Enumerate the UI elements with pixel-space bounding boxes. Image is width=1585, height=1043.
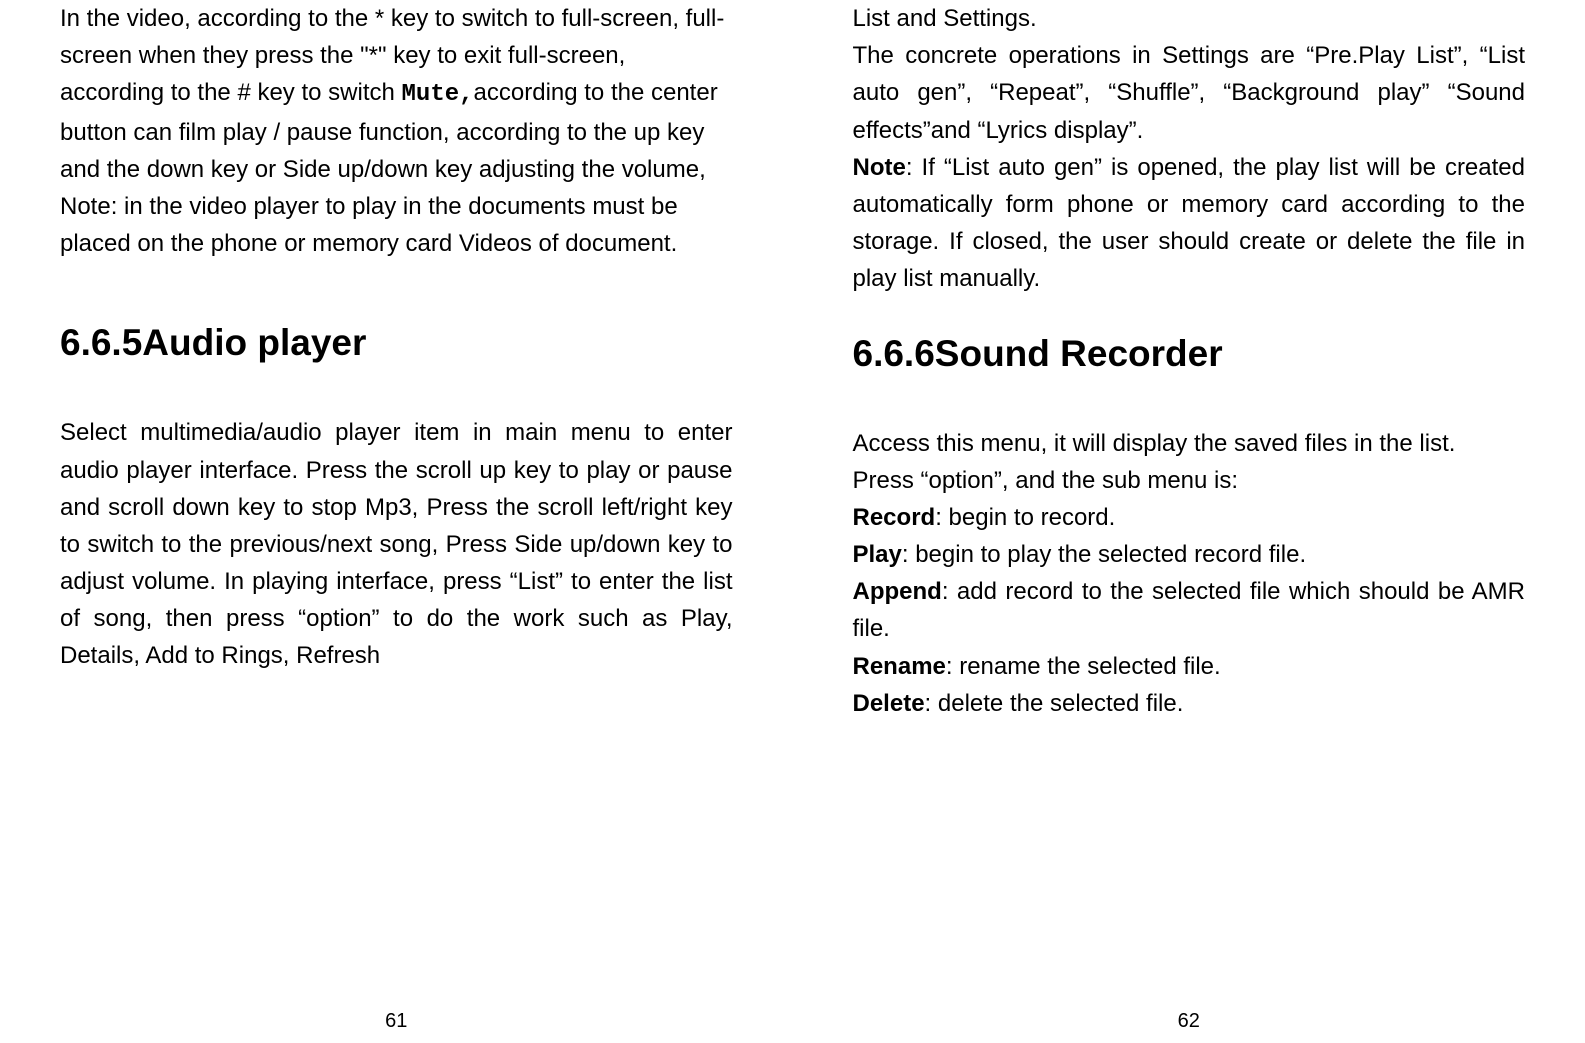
left-page-number: 61 — [60, 995, 733, 1043]
section-heading-sound-recorder: 6.6.6Sound Recorder — [853, 333, 1526, 375]
play-text: : begin to play the selected record file… — [902, 541, 1306, 568]
right-page-number: 62 — [853, 995, 1526, 1043]
record-label: Record — [853, 504, 936, 531]
play-label: Play — [853, 541, 902, 568]
left-para-1: In the video, according to the * key to … — [60, 0, 733, 262]
right-para-5: Press “option”, and the sub menu is: — [853, 462, 1526, 499]
left-para-2: Select multimedia/audio player item in m… — [60, 414, 733, 674]
note-text: : If “List auto gen” is opened, the play… — [853, 154, 1526, 293]
left-page-content: In the video, according to the * key to … — [60, 0, 733, 995]
rename-line: Rename: rename the selected file. — [853, 648, 1526, 685]
delete-line: Delete: delete the selected file. — [853, 685, 1526, 722]
section-heading-audio-player: 6.6.5Audio player — [60, 322, 733, 364]
left-page: In the video, according to the * key to … — [0, 0, 793, 1043]
right-page: List and Settings. The concrete operatio… — [793, 0, 1585, 1043]
left-para-1-mono: Mute, — [402, 81, 474, 108]
right-para-3: Note: If “List auto gen” is opened, the … — [853, 149, 1526, 298]
note-label: Note — [853, 154, 906, 181]
right-para-4: Access this menu, it will display the sa… — [853, 425, 1526, 462]
delete-label: Delete — [853, 690, 925, 717]
record-text: : begin to record. — [935, 504, 1115, 531]
append-label: Append — [853, 578, 942, 605]
right-page-content: List and Settings. The concrete operatio… — [853, 0, 1526, 995]
play-line: Play: begin to play the selected record … — [853, 536, 1526, 573]
rename-text: : rename the selected file. — [946, 653, 1221, 680]
right-para-1: List and Settings. — [853, 0, 1526, 37]
append-line: Append: add record to the selected file … — [853, 573, 1526, 647]
delete-text: : delete the selected file. — [925, 690, 1184, 717]
rename-label: Rename — [853, 653, 946, 680]
append-text: : add record to the selected file which … — [853, 578, 1526, 642]
right-para-2: The concrete operations in Settings are … — [853, 37, 1526, 149]
record-line: Record: begin to record. — [853, 499, 1526, 536]
